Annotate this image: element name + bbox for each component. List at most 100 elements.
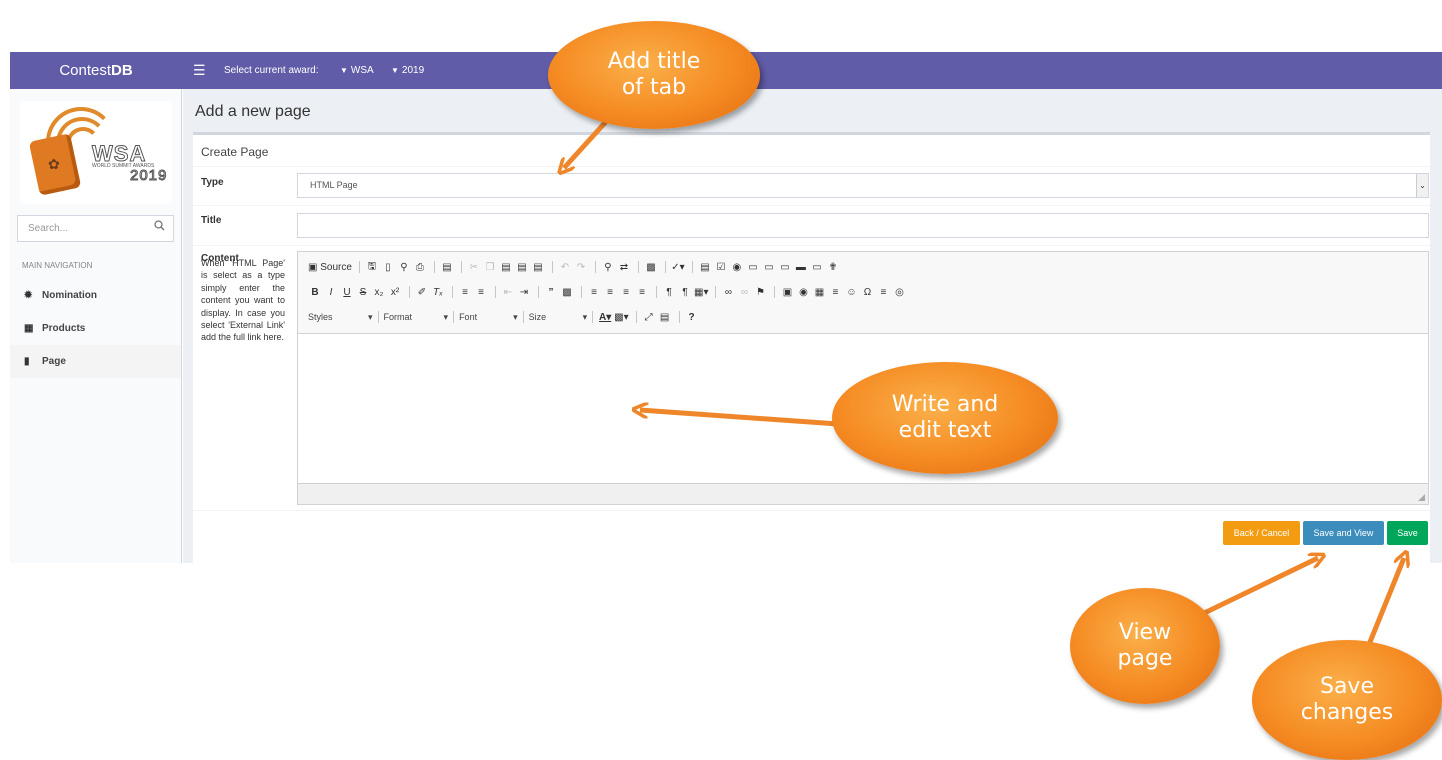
- templates-icon[interactable]: ▤: [440, 262, 454, 273]
- underline-icon[interactable]: U: [340, 287, 354, 298]
- award-selector-label: Select current award:: [224, 65, 319, 76]
- show-blocks-icon[interactable]: ▤: [658, 312, 672, 323]
- source-button[interactable]: ▣ Source: [308, 262, 352, 273]
- cut-icon[interactable]: ✂: [467, 262, 481, 273]
- new-page-icon[interactable]: ▯: [381, 262, 395, 273]
- button-field-icon[interactable]: ▬: [794, 262, 808, 273]
- rtl-icon[interactable]: ¶: [678, 287, 692, 298]
- resize-handle-icon[interactable]: [1418, 494, 1425, 501]
- page: { "topbar": { "brand_plain": "Contest", …: [0, 0, 1442, 760]
- image-button-icon[interactable]: ▭: [810, 262, 824, 273]
- font-dropdown[interactable]: Font: [459, 312, 513, 322]
- radio-icon[interactable]: ◉: [730, 262, 744, 273]
- redo-icon[interactable]: ↷: [574, 262, 588, 273]
- arrow-view-page: [1194, 558, 1318, 620]
- flash-icon[interactable]: ◉: [796, 287, 810, 298]
- caret-down-icon: ▼: [391, 66, 399, 75]
- maximize-icon[interactable]: ⤢: [642, 312, 656, 323]
- nav-header: MAIN NAVIGATION: [22, 261, 93, 270]
- paste-icon[interactable]: ▤: [499, 262, 513, 273]
- align-right-icon[interactable]: ≡: [619, 287, 633, 298]
- ltr-icon[interactable]: ¶: [662, 287, 676, 298]
- paste-word-icon[interactable]: ▤: [531, 262, 545, 273]
- language-icon[interactable]: ▦▾: [694, 287, 708, 298]
- table-icon[interactable]: ▦: [812, 287, 826, 298]
- paste-text-icon[interactable]: ▤: [515, 262, 529, 273]
- replace-icon[interactable]: ⇄: [617, 262, 631, 273]
- gear-icon: ✹: [24, 290, 33, 301]
- hidden-field-icon[interactable]: ✟: [826, 262, 840, 273]
- spellcheck-icon[interactable]: ✓▾: [671, 262, 685, 273]
- align-center-icon[interactable]: ≡: [603, 287, 617, 298]
- bold-icon[interactable]: B: [308, 287, 322, 298]
- bg-color-icon[interactable]: ▩▾: [614, 312, 628, 323]
- format-dropdown[interactable]: Format: [384, 312, 444, 322]
- caret-down-icon: ▼: [340, 66, 348, 75]
- page-break-icon[interactable]: ≡: [876, 287, 890, 298]
- print-icon[interactable]: ⎙: [413, 262, 427, 273]
- sidebar-search: [17, 215, 174, 242]
- content-help-text: When 'HTML Page' is select as a type sim…: [201, 258, 285, 343]
- undo-icon[interactable]: ↶: [558, 262, 572, 273]
- image-icon[interactable]: ▣: [780, 287, 794, 298]
- search-input[interactable]: [18, 216, 148, 241]
- award-dropdown[interactable]: ▼ WSA: [340, 52, 374, 89]
- preview-icon[interactable]: ⚲: [397, 262, 411, 273]
- chevron-down-icon: ⌄: [1416, 174, 1428, 197]
- numbered-list-icon[interactable]: ≡: [458, 287, 472, 298]
- checkbox-icon[interactable]: ☑: [714, 262, 728, 273]
- size-dropdown[interactable]: Size: [529, 312, 583, 322]
- search-icon[interactable]: [151, 220, 167, 236]
- select-all-icon[interactable]: ▩: [644, 262, 658, 273]
- year-dropdown[interactable]: ▼ 2019: [391, 52, 424, 89]
- hamburger-icon[interactable]: ☰: [193, 61, 206, 79]
- save-icon[interactable]: 🖫: [365, 259, 379, 276]
- select-field-icon[interactable]: ▭: [778, 262, 792, 273]
- styles-dropdown[interactable]: Styles: [308, 312, 368, 322]
- sidebar-item-page[interactable]: ▮ Page: [10, 345, 181, 378]
- sidebar-item-products[interactable]: ▦ Products: [10, 312, 181, 345]
- indent-icon[interactable]: ⇥: [517, 287, 531, 298]
- justify-icon[interactable]: ≡: [635, 287, 649, 298]
- textfield-icon[interactable]: ▭: [746, 262, 760, 273]
- type-select[interactable]: HTML Page ⌄: [297, 173, 1429, 198]
- find-icon[interactable]: ⚲: [601, 262, 615, 273]
- link-icon[interactable]: ∞: [721, 287, 735, 298]
- chevron-down-icon: ▾: [368, 311, 373, 322]
- smiley-icon[interactable]: ☺: [844, 287, 858, 298]
- back-cancel-button[interactable]: Back / Cancel: [1223, 521, 1300, 545]
- sidebar: ✿ WSA WORLD SUMMIT AWARDS 2019 MAIN NAVI…: [10, 89, 182, 563]
- outdent-icon[interactable]: ⇤: [501, 287, 515, 298]
- italic-icon[interactable]: I: [324, 287, 338, 298]
- remove-format-icon[interactable]: Tₓ: [431, 287, 445, 298]
- copy-format-icon[interactable]: ✐: [415, 287, 429, 298]
- title-input[interactable]: [297, 213, 1429, 238]
- iframe-icon[interactable]: ◎: [892, 287, 906, 298]
- copy-icon[interactable]: ❐: [483, 262, 497, 273]
- page-title: Add a new page: [195, 103, 311, 120]
- textarea-icon[interactable]: ▭: [762, 262, 776, 273]
- bulleted-list-icon[interactable]: ≡: [474, 287, 488, 298]
- horizontal-line-icon[interactable]: ≡: [828, 287, 842, 298]
- type-label: Type: [201, 177, 224, 188]
- sidebar-item-nomination[interactable]: ✹ Nomination: [10, 279, 181, 312]
- help-icon[interactable]: ?: [685, 312, 699, 323]
- superscript-icon[interactable]: x²: [388, 287, 402, 298]
- editor-footer: [298, 484, 1428, 504]
- paw-icon: ✿: [48, 156, 60, 172]
- align-left-icon[interactable]: ≡: [587, 287, 601, 298]
- anchor-icon[interactable]: ⚑: [753, 287, 767, 298]
- unlink-icon[interactable]: ∞: [737, 287, 751, 298]
- save-button[interactable]: Save: [1387, 521, 1428, 545]
- subscript-icon[interactable]: x₂: [372, 287, 386, 298]
- text-color-icon[interactable]: A▾: [598, 312, 612, 323]
- div-icon[interactable]: ▩: [560, 287, 574, 298]
- save-and-view-button[interactable]: Save and View: [1303, 521, 1384, 545]
- blockquote-icon[interactable]: ”: [544, 287, 558, 298]
- form-icon[interactable]: ▤: [698, 262, 712, 273]
- special-char-icon[interactable]: Ω: [860, 287, 874, 298]
- wsa-logo: ✿ WSA WORLD SUMMIT AWARDS 2019: [20, 101, 172, 204]
- brand-logo[interactable]: ContestDB: [10, 52, 182, 89]
- callout-save-changes: Save changes: [1252, 640, 1442, 760]
- strike-icon[interactable]: S: [356, 287, 370, 298]
